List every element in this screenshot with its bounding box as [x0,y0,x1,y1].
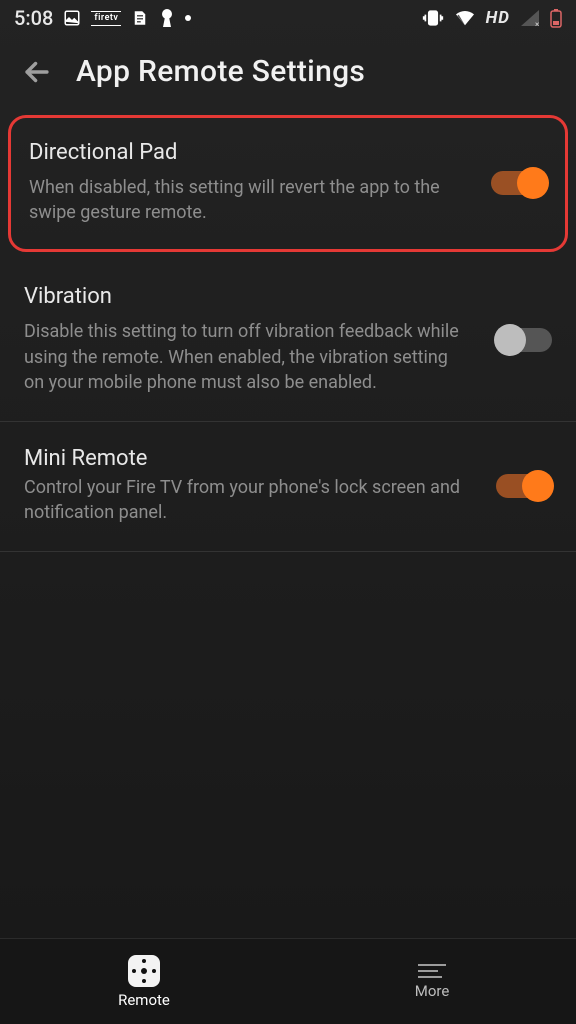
remote-icon [128,955,160,987]
hd-indicator: HD [486,8,510,28]
setting-description: Disable this setting to turn off vibrati… [24,319,464,395]
setting-description: Control your Fire TV from your phone's l… [24,475,464,525]
setting-mini-remote[interactable]: Mini Remote Control your Fire TV from yo… [0,422,576,552]
page-title: App Remote Settings [76,54,365,89]
settings-list: Directional Pad When disabled, this sett… [0,115,576,552]
setting-label: Mini Remote [24,446,478,471]
bottom-nav: Remote More [0,938,576,1024]
document-icon [131,9,149,27]
nav-more[interactable]: More [288,939,576,1024]
setting-directional-pad[interactable]: Directional Pad When disabled, this sett… [8,115,568,252]
setting-label: Directional Pad [29,140,473,165]
header: App Remote Settings [0,36,576,115]
setting-description: When disabled, this setting will revert … [29,175,469,225]
setting-label: Vibration [24,284,478,309]
more-icon [418,964,446,978]
dot-icon [185,15,191,21]
toggle-mini-remote[interactable] [496,474,552,498]
nav-remote[interactable]: Remote [0,939,288,1024]
toggle-directional-pad[interactable] [491,171,547,195]
battery-icon [550,8,562,28]
svg-text:×: × [535,20,539,27]
signal-icon: × [520,9,540,27]
status-right: HD × [422,8,562,28]
setting-text: Mini Remote Control your Fire TV from yo… [24,446,478,525]
status-bar: 5:08 firetv HD × [0,0,576,36]
toggle-vibration[interactable] [496,328,552,352]
setting-text: Directional Pad When disabled, this sett… [29,140,473,225]
firetv-icon: firetv [91,11,121,26]
status-left: 5:08 firetv [14,6,191,30]
picture-icon [63,9,81,27]
nav-more-label: More [415,982,450,1000]
clock: 5:08 [14,6,53,30]
setting-vibration[interactable]: Vibration Disable this setting to turn o… [0,260,576,422]
vibrate-icon [422,9,444,27]
keyhole-icon [159,8,175,28]
nav-remote-label: Remote [118,991,170,1009]
wifi-icon [454,9,476,27]
setting-text: Vibration Disable this setting to turn o… [24,284,478,395]
back-button[interactable] [20,55,54,89]
